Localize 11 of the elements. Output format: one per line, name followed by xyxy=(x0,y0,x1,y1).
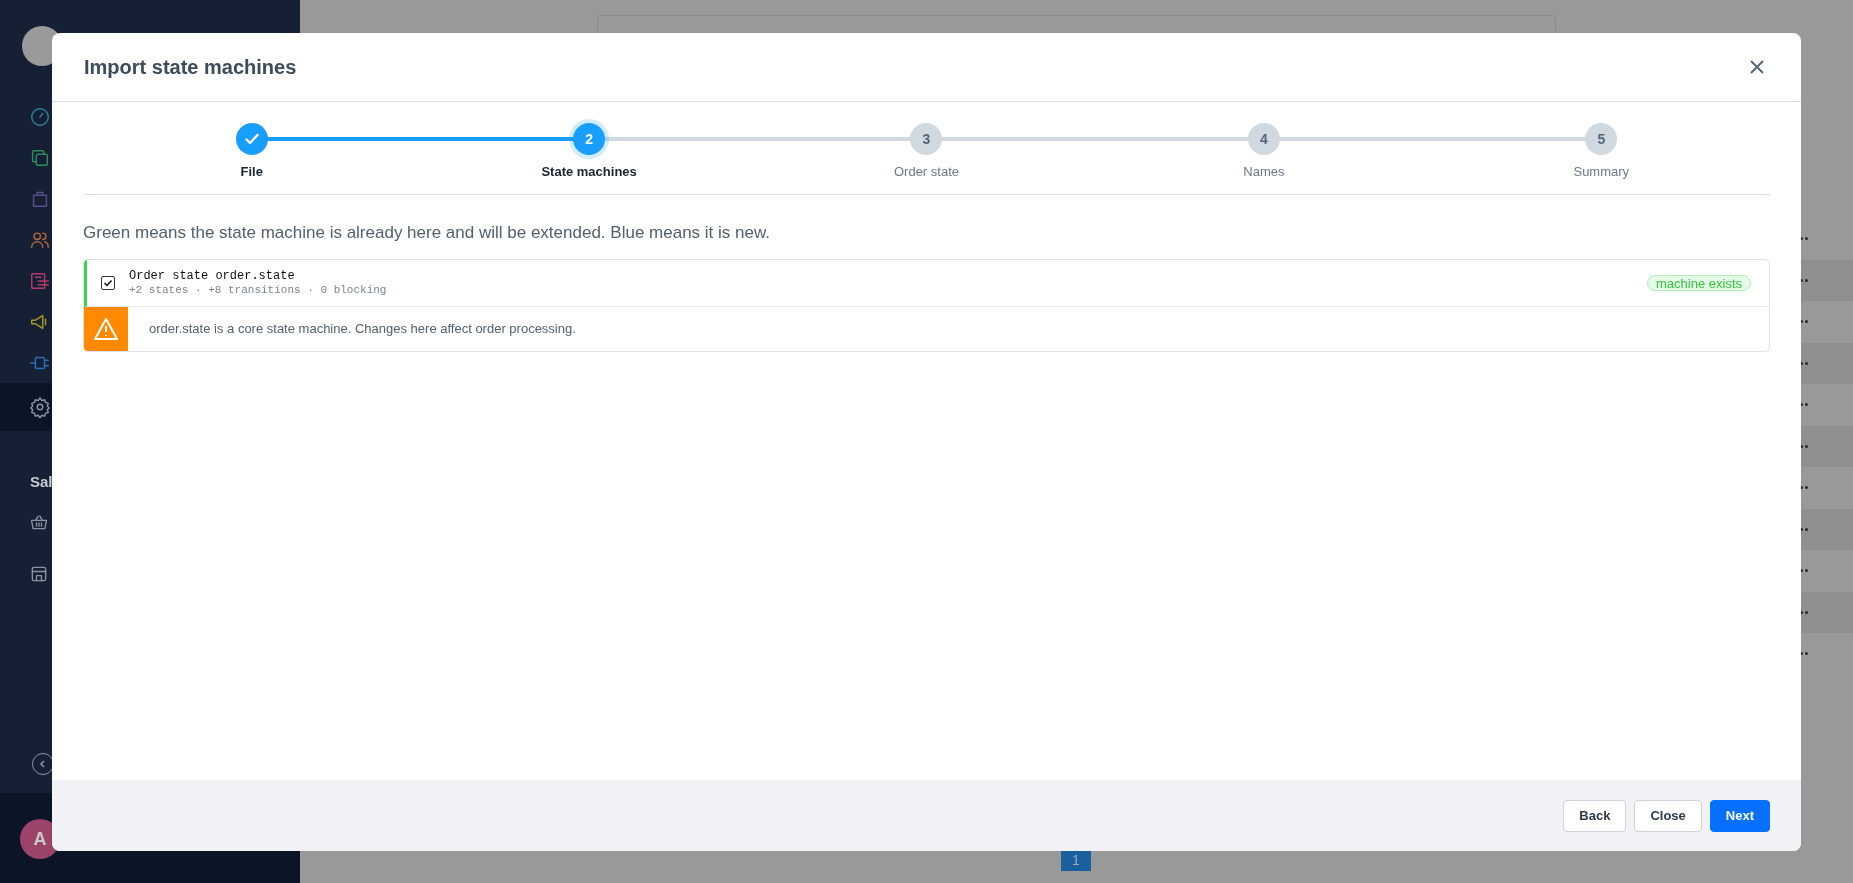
dialog-title: Import state machines xyxy=(84,55,297,80)
section-heading: Sal xyxy=(30,472,54,492)
step-number: 2 xyxy=(573,123,606,155)
machine-title: Order state order.state xyxy=(129,269,296,283)
machine-stats: +2 states · +8 transitions · 0 blocking xyxy=(129,283,387,297)
step-number: 5 xyxy=(1585,123,1618,155)
step-number: 4 xyxy=(1247,123,1280,155)
warning-text: order.state is a core state machine. Changes here affect order processing. xyxy=(149,320,576,339)
step-number: 3 xyxy=(910,123,943,155)
intro-text: Green means the state machine is already here and will be extended. Blue means it is new. xyxy=(83,221,771,244)
status-badge: machine exists xyxy=(1647,275,1751,291)
